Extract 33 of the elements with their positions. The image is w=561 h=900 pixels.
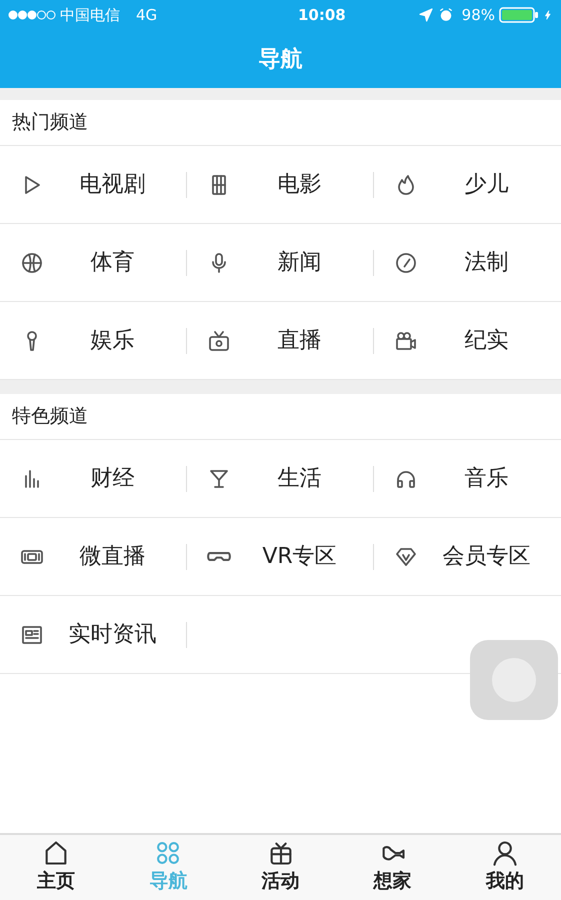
channel-item[interactable]: 实时资讯	[0, 596, 187, 674]
clock: 10:08	[296, 4, 347, 26]
battery-percent: 98%	[462, 4, 495, 26]
channel-item[interactable]: 新闻	[187, 224, 374, 302]
battery-icon	[499, 7, 539, 23]
page-title: 导航	[258, 46, 302, 74]
vr-headset-icon	[207, 551, 231, 562]
channel-item[interactable]: 电影	[187, 146, 374, 224]
section-title: 特色频道	[12, 404, 88, 430]
network-type: 4G	[136, 4, 158, 26]
channel-item[interactable]: 财经	[0, 440, 187, 518]
channel-item[interactable]: 体育	[0, 224, 187, 302]
tab-button[interactable]: 主页	[0, 835, 112, 900]
channel-item[interactable]: VR专区	[187, 518, 374, 596]
channel-item[interactable]: 会员专区	[374, 518, 561, 596]
floating-button[interactable]	[470, 640, 558, 720]
channel-item[interactable]: 音乐	[374, 440, 561, 518]
carrier-name: 中国电信	[60, 4, 120, 26]
tab-button[interactable]: 我的	[448, 835, 561, 900]
signal-icon	[8, 10, 56, 20]
tab-button[interactable]: 想家	[336, 835, 449, 900]
alarm-icon	[438, 7, 454, 23]
person-icon	[490, 839, 519, 868]
ball-icon	[20, 250, 44, 274]
channel-item[interactable]: 微直播	[0, 518, 187, 596]
channel-item[interactable]: 生活	[187, 440, 374, 518]
channel-item[interactable]: 法制	[374, 224, 561, 302]
tv-icon	[207, 328, 231, 352]
channel-item[interactable]: 少儿	[374, 146, 561, 224]
location-icon	[418, 7, 434, 23]
channel-item[interactable]: 电视剧	[0, 146, 187, 224]
section-title: 热门频道	[12, 110, 88, 136]
tab-button[interactable]: 活动	[224, 835, 337, 900]
